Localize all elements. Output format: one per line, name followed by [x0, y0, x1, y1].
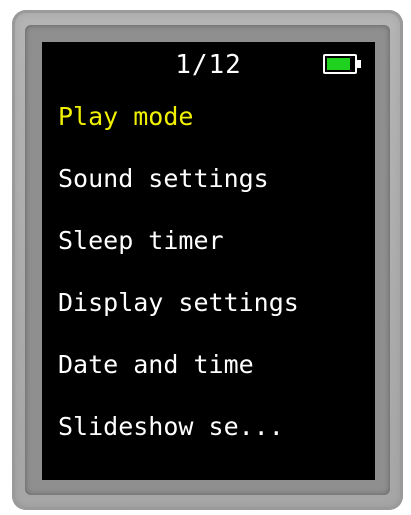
battery-fill: [327, 58, 350, 70]
media-player-device: 1/12 Play mode Sound settings Sleep time…: [12, 10, 403, 510]
status-bar: 1/12: [42, 42, 375, 90]
menu-item-label: Sleep timer: [58, 226, 224, 255]
menu-item-label: Slideshow se...: [58, 412, 284, 441]
menu-item-label: Sound settings: [58, 164, 269, 193]
settings-menu: Play mode Sound settings Sleep timer Dis…: [42, 90, 375, 462]
menu-item-sound-settings[interactable]: Sound settings: [42, 152, 375, 214]
battery-full-icon: [323, 54, 361, 74]
battery-tip: [357, 60, 361, 68]
screen-bezel: 1/12 Play mode Sound settings Sleep time…: [25, 25, 390, 495]
battery-body: [323, 54, 357, 74]
menu-item-sleep-timer[interactable]: Sleep timer: [42, 214, 375, 276]
menu-item-label: Play mode: [58, 102, 194, 131]
menu-item-label: Date and time: [58, 350, 254, 379]
menu-item-display-settings[interactable]: Display settings: [42, 276, 375, 338]
device-screen: 1/12 Play mode Sound settings Sleep time…: [42, 42, 375, 480]
menu-item-date-and-time[interactable]: Date and time: [42, 338, 375, 400]
menu-item-slideshow-settings[interactable]: Slideshow se...: [42, 400, 375, 462]
menu-item-label: Display settings: [58, 288, 299, 317]
menu-item-play-mode[interactable]: Play mode: [42, 90, 375, 152]
